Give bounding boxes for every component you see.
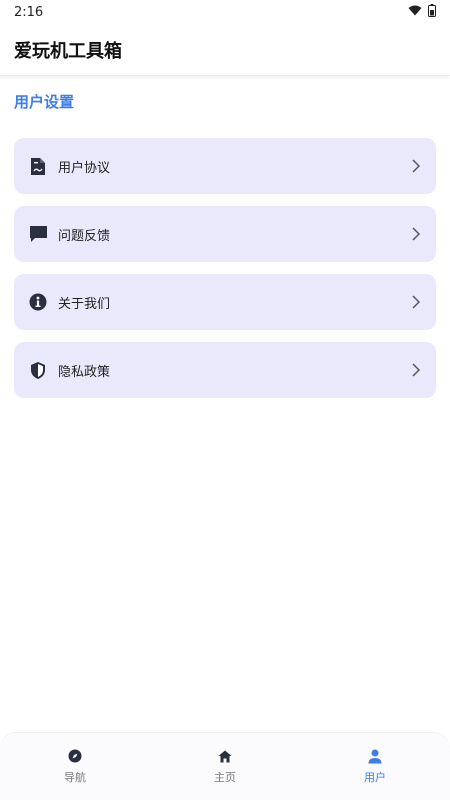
menu-label-privacy-policy: 隐私政策 xyxy=(58,364,111,380)
menu-label-about-us: 关于我们 xyxy=(58,296,111,312)
nav-item-navigation[interactable]: 导航 xyxy=(15,748,135,785)
status-icons xyxy=(408,3,436,21)
nav-label-navigation: 导航 xyxy=(64,771,86,784)
status-bar: 2:16 xyxy=(0,0,450,24)
chevron-right-icon xyxy=(410,362,422,378)
nav-label-user: 用户 xyxy=(364,771,386,784)
nav-label-home: 主页 xyxy=(214,771,236,784)
shield-icon xyxy=(28,360,48,380)
menu-item-feedback[interactable]: 问题反馈 xyxy=(14,206,436,262)
wifi-icon xyxy=(408,5,422,20)
menu-item-about-us[interactable]: 关于我们 xyxy=(14,274,436,330)
chat-bubble-icon xyxy=(28,224,48,244)
home-icon xyxy=(218,748,232,764)
section-title: 用户设置 xyxy=(14,93,75,111)
bottom-navigation: 导航 主页 用户 xyxy=(0,732,450,800)
chevron-right-icon xyxy=(410,226,422,242)
compass-icon xyxy=(68,748,82,764)
menu-label-user-agreement: 用户协议 xyxy=(58,160,111,176)
chevron-right-icon xyxy=(410,158,422,174)
info-icon xyxy=(28,292,48,312)
battery-icon xyxy=(428,3,436,21)
status-time: 2:16 xyxy=(14,4,44,20)
user-icon xyxy=(368,748,382,764)
menu-item-privacy-policy[interactable]: 隐私政策 xyxy=(14,342,436,398)
menu-item-user-agreement[interactable]: 用户协议 xyxy=(14,138,436,194)
app-title: 爱玩机工具箱 xyxy=(14,40,122,62)
settings-menu: 用户协议 问题反馈 关于我们 隐私政策 xyxy=(0,138,450,398)
app-bar: 爱玩机工具箱 xyxy=(0,24,450,76)
nav-item-home[interactable]: 主页 xyxy=(165,748,285,785)
nav-item-user[interactable]: 用户 xyxy=(315,748,435,785)
chevron-right-icon xyxy=(410,294,422,310)
document-icon xyxy=(28,156,48,176)
menu-label-feedback: 问题反馈 xyxy=(58,228,111,244)
